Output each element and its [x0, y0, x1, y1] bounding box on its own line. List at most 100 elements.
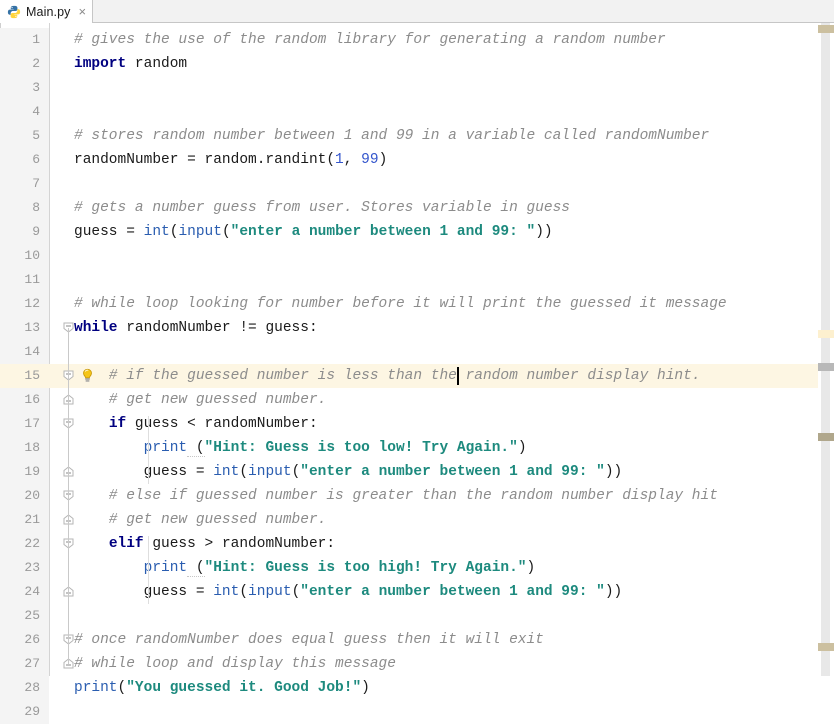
code-line-25[interactable]: 25: [0, 604, 834, 628]
token-pln: (: [221, 224, 231, 240]
token-pln: randomNumber != guess:: [117, 320, 318, 336]
code-editor[interactable]: 1 # gives the use of the random library f…: [0, 23, 834, 724]
code-text-line-16[interactable]: # get new guessed number.: [74, 388, 327, 412]
code-line-10[interactable]: 10: [0, 244, 834, 268]
scrollbar-marker-2[interactable]: [818, 363, 834, 371]
token-cmt: # once randomNumber does equal guess the…: [74, 632, 544, 648]
token-str: "Hint: Guess is too high! Try Again.": [204, 560, 527, 576]
line-number-4: 4: [0, 100, 49, 124]
token-pln: (: [117, 680, 127, 696]
token-pln: (: [239, 464, 249, 480]
line-number-22: 22: [0, 532, 49, 556]
line-number-24: 24: [0, 580, 49, 604]
token-bi: int: [213, 584, 240, 600]
code-line-23[interactable]: 23 print ("Hint: Guess is too high! Try …: [0, 556, 834, 580]
code-text-line-24[interactable]: guess = int(input("enter a number betwee…: [74, 580, 623, 604]
code-line-22[interactable]: 22 elif guess > randomNumber:: [0, 532, 834, 556]
code-text-line-17[interactable]: if guess < randomNumber:: [74, 412, 318, 436]
editor-tab-bar: Main.py ×: [0, 0, 834, 23]
scrollbar-marker-1[interactable]: [818, 330, 834, 338]
code-line-11[interactable]: 11: [0, 268, 834, 292]
token-pln: )): [535, 224, 553, 240]
token-cmt: # while loop and display this message: [74, 656, 396, 672]
token-pln: guess > randomNumber:: [143, 536, 336, 552]
line-number-18: 18: [0, 436, 49, 460]
code-text-line-23[interactable]: print ("Hint: Guess is too high! Try Aga…: [74, 556, 535, 580]
line-number-11: 11: [0, 268, 49, 292]
code-text-line-15[interactable]: # if the guessed number is less than the…: [74, 364, 701, 388]
scrollbar-marker-4[interactable]: [818, 643, 834, 651]
vertical-scrollbar-track[interactable]: [821, 23, 830, 676]
code-line-29[interactable]: 29: [0, 700, 834, 724]
token-pln: (: [291, 464, 301, 480]
code-text-line-2[interactable]: import random: [74, 52, 187, 76]
code-text-line-1[interactable]: # gives the use of the random library fo…: [74, 28, 666, 52]
line-number-15: 15: [0, 364, 49, 388]
close-icon[interactable]: ×: [78, 5, 86, 18]
code-line-15[interactable]: 15 # if the guessed number is less than …: [0, 364, 834, 388]
code-line-9[interactable]: 9 guess = int(input("enter a number betwe…: [0, 220, 834, 244]
line-number-25: 25: [0, 604, 49, 628]
code-text-line-5[interactable]: # stores random number between 1 and 99 …: [74, 124, 709, 148]
code-line-12[interactable]: 12 # while loop looking for number before…: [0, 292, 834, 316]
code-line-14[interactable]: 14: [0, 340, 834, 364]
line-number-28: 28: [0, 676, 49, 700]
code-text-line-28[interactable]: print("You guessed it. Good Job!"): [74, 676, 370, 700]
token-kw: elif: [108, 536, 144, 552]
code-text-line-27[interactable]: # while loop and display this message: [74, 652, 396, 676]
line-number-16: 16: [0, 388, 49, 412]
code-line-2[interactable]: 2 import random: [0, 52, 834, 76]
token-kw: if: [108, 416, 127, 432]
line-number-8: 8: [0, 196, 49, 220]
code-line-6[interactable]: 6 randomNumber = random.randint(1, 99): [0, 148, 834, 172]
token-pln: [74, 536, 109, 552]
indent-guide: [148, 416, 149, 484]
code-line-7[interactable]: 7: [0, 172, 834, 196]
code-line-13[interactable]: 13 while randomNumber != guess:: [0, 316, 834, 340]
code-text-line-13[interactable]: while randomNumber != guess:: [74, 316, 318, 340]
tab-title-label: Main.py: [26, 4, 71, 19]
token-pln: (: [187, 440, 205, 457]
code-line-1[interactable]: 1 # gives the use of the random library f…: [0, 28, 834, 52]
code-text-line-19[interactable]: guess = int(input("enter a number betwee…: [74, 460, 623, 484]
line-number-13: 13: [0, 316, 49, 340]
code-line-8[interactable]: 8 # gets a number guess from user. Stores…: [0, 196, 834, 220]
line-number-20: 20: [0, 484, 49, 508]
code-line-26[interactable]: 26 # once randomNumber does equal guess t…: [0, 628, 834, 652]
code-text-line-12[interactable]: # while loop looking for number before i…: [74, 292, 727, 316]
token-str: "enter a number between 1 and 99: ": [230, 224, 536, 240]
code-line-3[interactable]: 3: [0, 76, 834, 100]
code-line-28[interactable]: 28 print("You guessed it. Good Job!"): [0, 676, 834, 700]
token-pln: guess =: [74, 224, 144, 240]
code-line-16[interactable]: 16 # get new guessed number.: [0, 388, 834, 412]
fold-connector-line: [68, 328, 69, 664]
line-number-1: 1: [0, 28, 49, 52]
scrollbar-marker-0[interactable]: [818, 25, 834, 33]
code-lines-container[interactable]: 1 # gives the use of the random library f…: [0, 23, 834, 724]
code-text-line-20[interactable]: # else if guessed number is greater than…: [74, 484, 718, 508]
token-pln: ,: [343, 152, 362, 168]
code-line-24[interactable]: 24 guess = int(input("enter a number bet…: [0, 580, 834, 604]
token-bi: print: [74, 680, 118, 696]
right-marker-gutter[interactable]: [818, 23, 834, 676]
code-line-20[interactable]: 20 # else if guessed number is greater t…: [0, 484, 834, 508]
code-line-17[interactable]: 17 if guess < randomNumber:: [0, 412, 834, 436]
token-str: "enter a number between 1 and 99: ": [300, 464, 605, 480]
code-text-line-26[interactable]: # once randomNumber does equal guess the…: [74, 628, 544, 652]
code-text-line-8[interactable]: # gets a number guess from user. Stores …: [74, 196, 570, 220]
token-cmt: # get new guessed number.: [74, 512, 327, 528]
tab-main-py[interactable]: Main.py ×: [0, 0, 94, 23]
token-bi: input: [178, 224, 222, 240]
code-text-line-22[interactable]: elif guess > randomNumber:: [74, 532, 335, 556]
code-line-27[interactable]: 27 # while loop and display this message: [0, 652, 834, 676]
scrollbar-marker-3[interactable]: [818, 433, 834, 441]
code-text-line-18[interactable]: print ("Hint: Guess is too low! Try Agai…: [74, 436, 527, 460]
code-text-line-9[interactable]: guess = int(input("enter a number betwee…: [74, 220, 553, 244]
code-line-4[interactable]: 4: [0, 100, 834, 124]
code-line-18[interactable]: 18 print ("Hint: Guess is too low! Try A…: [0, 436, 834, 460]
code-text-line-21[interactable]: # get new guessed number.: [74, 508, 327, 532]
code-line-19[interactable]: 19 guess = int(input("enter a number bet…: [0, 460, 834, 484]
code-line-5[interactable]: 5 # stores random number between 1 and 99…: [0, 124, 834, 148]
code-line-21[interactable]: 21 # get new guessed number.: [0, 508, 834, 532]
code-text-line-6[interactable]: randomNumber = random.randint(1, 99): [74, 148, 387, 172]
